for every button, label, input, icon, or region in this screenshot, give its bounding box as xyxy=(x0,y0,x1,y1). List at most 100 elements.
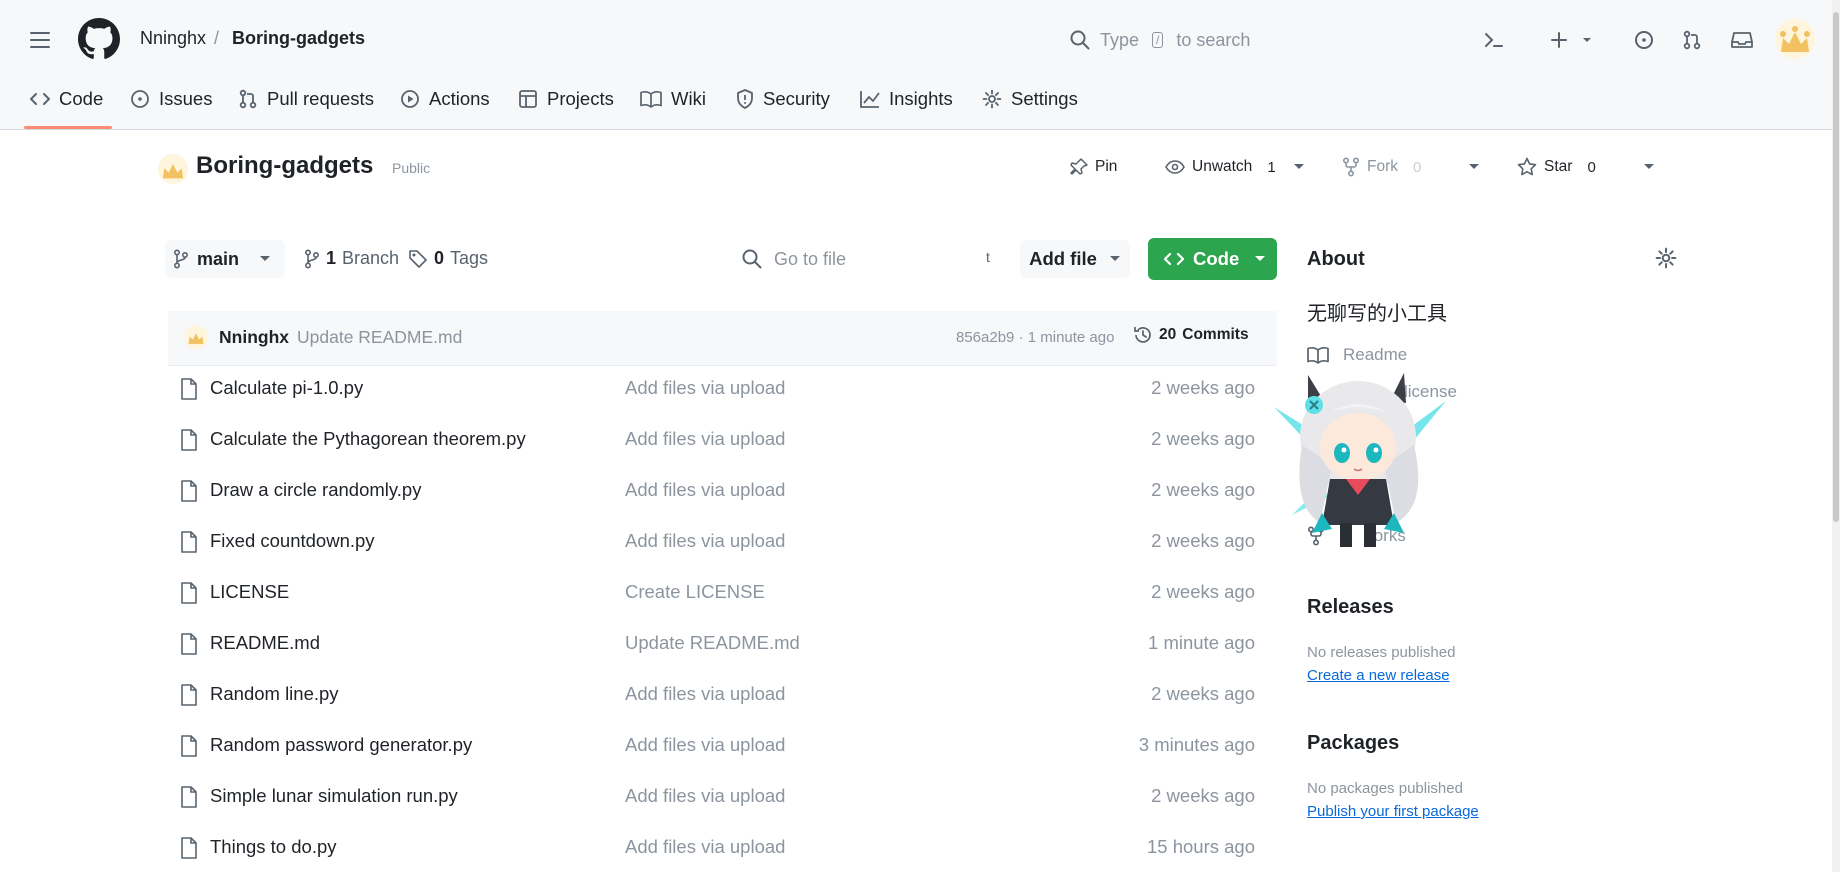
breadcrumb-separator: / xyxy=(214,28,220,48)
publish-package-link[interactable]: Publish your first package xyxy=(1307,803,1479,820)
tab-pull-requests[interactable]: Pull requests xyxy=(238,84,374,114)
search-placeholder-pre: Type xyxy=(1100,29,1140,50)
hamburger-menu-icon[interactable] xyxy=(26,26,54,54)
user-avatar[interactable] xyxy=(1775,19,1815,59)
file-name[interactable]: Draw a circle randomly.py xyxy=(210,479,421,501)
latest-commit-bar: Nninghx Update README.md 856a2b9 · 1 min… xyxy=(168,311,1277,366)
breadcrumb-repo[interactable]: Boring-gadgets xyxy=(232,28,365,49)
tab-issues[interactable]: Issues xyxy=(130,84,212,114)
file-row[interactable]: Things to do.py Add files via upload 15 … xyxy=(168,824,1277,874)
commit-author-avatar[interactable] xyxy=(184,325,208,349)
file-date: 3 minutes ago xyxy=(1138,734,1255,755)
file-date: 2 weeks ago xyxy=(1151,428,1255,449)
star-button[interactable]: Star 0 xyxy=(1517,152,1655,182)
issues-nav-icon[interactable] xyxy=(1628,24,1660,56)
file-row[interactable]: LICENSE Create LICENSE 2 weeks ago xyxy=(168,569,1277,619)
pin-icon xyxy=(1070,158,1088,176)
tab-code[interactable]: Code xyxy=(30,84,103,114)
tags-label: Tags xyxy=(450,248,489,268)
github-logo-icon[interactable] xyxy=(78,18,120,60)
create-release-link[interactable]: Create a new release xyxy=(1307,667,1450,684)
star-count: 0 xyxy=(1587,158,1596,176)
search-shortcut-key: / xyxy=(1152,32,1164,48)
file-name[interactable]: Things to do.py xyxy=(210,836,337,858)
tab-actions[interactable]: Actions xyxy=(400,84,490,114)
file-commit-message[interactable]: Add files via upload xyxy=(625,785,785,807)
fork-button[interactable]: Fork 0 xyxy=(1342,152,1480,182)
tab-label: Pull requests xyxy=(267,88,374,109)
tab-label: Security xyxy=(763,88,830,109)
table-icon xyxy=(518,89,538,109)
tab-label: Issues xyxy=(159,88,213,109)
file-name[interactable]: LICENSE xyxy=(210,581,289,603)
file-row[interactable]: Calculate pi-1.0.py Add files via upload… xyxy=(168,365,1277,415)
pin-button[interactable]: Pin xyxy=(1070,152,1117,182)
file-row[interactable]: Draw a circle randomly.py Add files via … xyxy=(168,467,1277,517)
commits-link[interactable]: 20 Commits xyxy=(1133,325,1249,345)
tags-link[interactable]: 0 Tags xyxy=(408,248,488,269)
tab-settings[interactable]: Settings xyxy=(982,84,1078,114)
file-date: 2 weeks ago xyxy=(1151,479,1255,500)
file-row[interactable]: Calculate the Pythagorean theorem.py Add… xyxy=(168,416,1277,466)
file-row[interactable]: Random line.py Add files via upload 2 we… xyxy=(168,671,1277,721)
file-name[interactable]: Random line.py xyxy=(210,683,339,705)
file-commit-message[interactable]: Add files via upload xyxy=(625,683,785,705)
file-name[interactable]: Calculate pi-1.0.py xyxy=(210,377,363,399)
global-search[interactable]: Type / to search xyxy=(1070,20,1450,60)
tab-label: Actions xyxy=(429,88,490,109)
fork-icon xyxy=(1342,157,1360,177)
breadcrumb-owner[interactable]: Nninghx xyxy=(140,28,206,49)
file-commit-message[interactable]: Add files via upload xyxy=(625,530,785,552)
readme-link[interactable]: Readme xyxy=(1307,345,1407,365)
tab-wiki[interactable]: Wiki xyxy=(640,84,706,114)
pull-requests-nav-icon[interactable] xyxy=(1676,24,1708,56)
file-commit-message[interactable]: Add files via upload xyxy=(625,836,785,858)
fork-label: Fork xyxy=(1367,158,1398,175)
inbox-icon[interactable] xyxy=(1726,24,1758,56)
file-commit-message[interactable]: Add files via upload xyxy=(625,479,785,501)
file-date: 2 weeks ago xyxy=(1151,377,1255,398)
add-file-button[interactable]: Add file xyxy=(1020,240,1130,278)
file-name[interactable]: Fixed countdown.py xyxy=(210,530,375,552)
chevron-down-icon[interactable] xyxy=(1643,163,1655,171)
file-row[interactable]: README.md Update README.md 1 minute ago xyxy=(168,620,1277,670)
go-to-file-input[interactable]: Go to file t xyxy=(733,240,1003,278)
file-commit-message[interactable]: Update README.md xyxy=(625,632,800,654)
tab-projects[interactable]: Projects xyxy=(518,84,614,114)
scrollbar-thumb[interactable] xyxy=(1833,12,1839,522)
file-icon xyxy=(180,684,198,706)
file-icon xyxy=(180,786,198,808)
branch-selector[interactable]: main xyxy=(165,240,285,278)
file-commit-message[interactable]: Add files via upload xyxy=(625,428,785,450)
visibility-badge: Public xyxy=(392,160,431,176)
repo-title[interactable]: Boring-gadgets xyxy=(196,152,373,180)
create-new-icon[interactable] xyxy=(1548,24,1598,56)
branches-link[interactable]: 1 Branch xyxy=(304,248,399,269)
commit-message[interactable]: Update README.md xyxy=(297,327,462,348)
file-row[interactable]: Random password generator.py Add files v… xyxy=(168,722,1277,772)
releases-heading[interactable]: Releases xyxy=(1307,596,1394,619)
tab-insights[interactable]: Insights xyxy=(860,84,953,114)
file-row[interactable]: Simple lunar simulation run.py Add files… xyxy=(168,773,1277,823)
file-icon xyxy=(180,582,198,604)
chevron-down-icon[interactable] xyxy=(1293,163,1305,171)
code-download-button[interactable]: Code xyxy=(1148,238,1277,280)
gear-icon[interactable] xyxy=(1655,247,1677,269)
commit-hash-time[interactable]: 856a2b9 · 1 minute ago xyxy=(956,329,1114,346)
command-palette-icon[interactable] xyxy=(1478,24,1510,56)
packages-heading[interactable]: Packages xyxy=(1307,732,1399,755)
chevron-down-icon[interactable] xyxy=(1468,163,1480,171)
file-name[interactable]: Simple lunar simulation run.py xyxy=(210,785,458,807)
file-commit-message[interactable]: Add files via upload xyxy=(625,734,785,756)
chevron-down-icon xyxy=(259,255,271,263)
tab-security[interactable]: Security xyxy=(736,84,830,114)
unwatch-button[interactable]: Unwatch 1 xyxy=(1165,152,1305,182)
file-name[interactable]: Calculate the Pythagorean theorem.py xyxy=(210,428,526,450)
file-commit-message[interactable]: Add files via upload xyxy=(625,377,785,399)
file-name[interactable]: README.md xyxy=(210,632,320,654)
commit-author[interactable]: Nninghx xyxy=(219,327,289,348)
chevron-down-icon xyxy=(1254,255,1266,263)
file-name[interactable]: Random password generator.py xyxy=(210,734,472,756)
file-row[interactable]: Fixed countdown.py Add files via upload … xyxy=(168,518,1277,568)
file-commit-message[interactable]: Create LICENSE xyxy=(625,581,765,603)
